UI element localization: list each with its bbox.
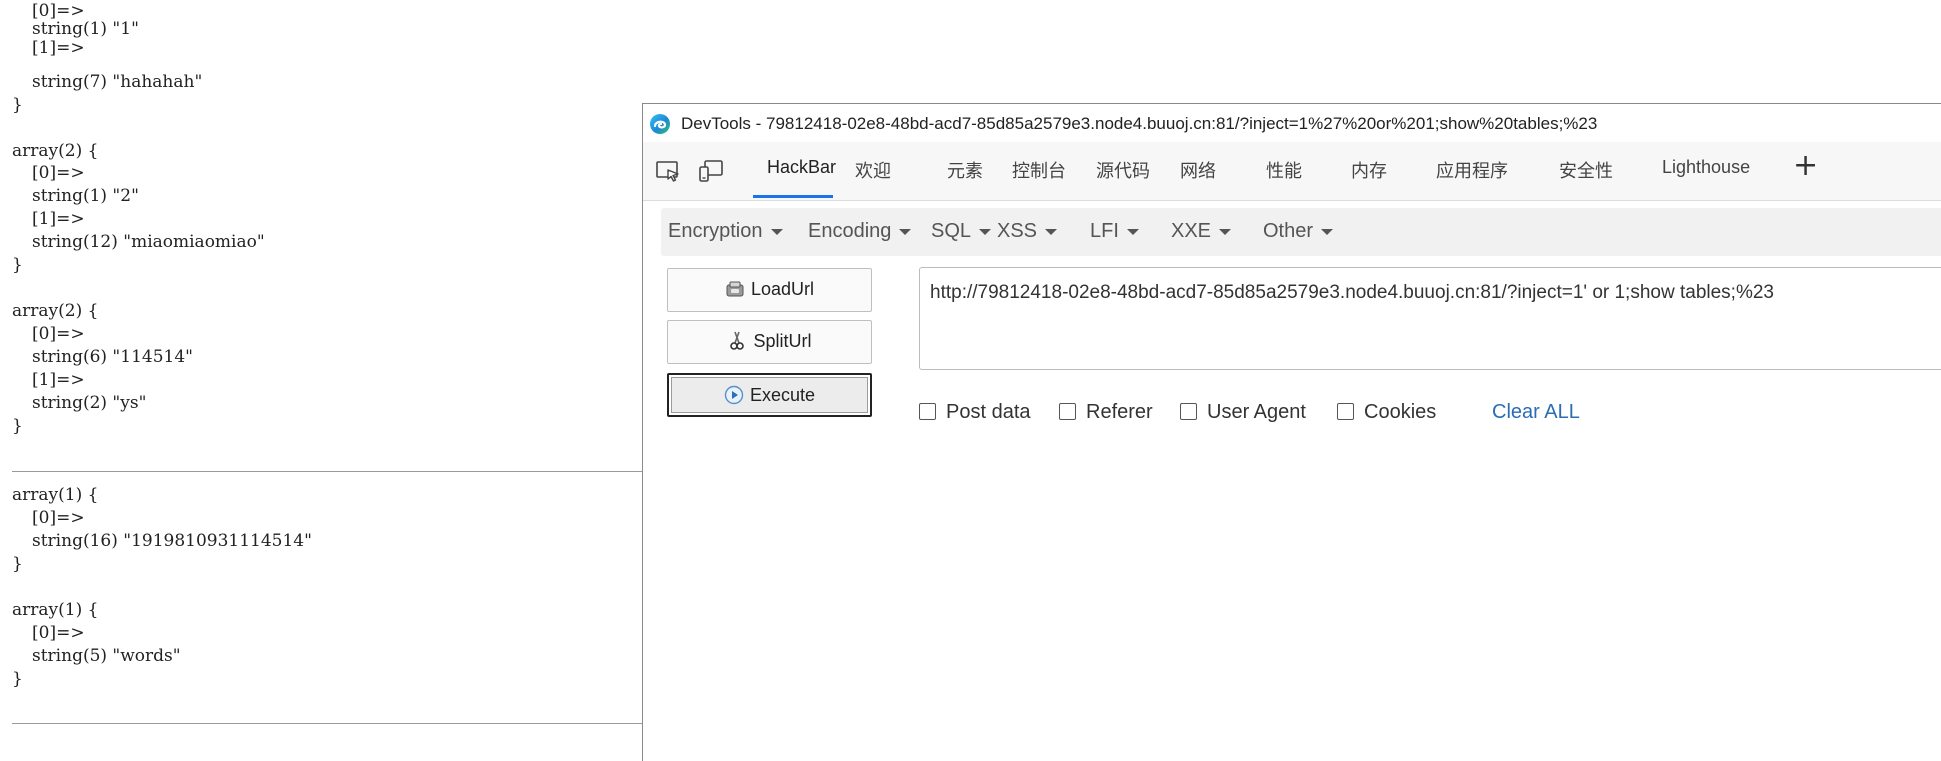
dump-line: string(7) "hahahah" bbox=[32, 72, 203, 92]
device-emulation-icon[interactable] bbox=[696, 156, 726, 186]
post-data-option[interactable]: Post data bbox=[919, 401, 1031, 424]
devtools-window: DevTools - 79812418-02e8-48bd-acd7-85d85… bbox=[642, 103, 1941, 761]
dump-line: [0]=> bbox=[32, 324, 85, 344]
clear-all-link[interactable]: Clear ALL bbox=[1492, 401, 1580, 424]
dump-line: } bbox=[12, 95, 23, 115]
cookies-option[interactable]: Cookies bbox=[1337, 401, 1436, 424]
menu-label: XSS bbox=[997, 220, 1038, 242]
tab-lighthouse[interactable]: Lighthouse bbox=[1662, 157, 1750, 178]
referer-checkbox[interactable] bbox=[1059, 403, 1076, 420]
dump-line: } bbox=[12, 554, 23, 574]
dump-line: [1]=> bbox=[32, 370, 85, 390]
hackbar-menubar: Encryption Encoding SQL XSS LFI XXE Othe… bbox=[661, 208, 1941, 256]
tab-performance[interactable]: 性能 bbox=[1266, 157, 1302, 183]
window-titlebar[interactable]: DevTools - 79812418-02e8-48bd-acd7-85d85… bbox=[643, 104, 1941, 142]
menu-sql[interactable]: SQL bbox=[931, 220, 992, 243]
tab-application[interactable]: 应用程序 bbox=[1436, 157, 1508, 183]
spliturl-button[interactable]: SplitUrl bbox=[667, 320, 872, 364]
window-title: DevTools - 79812418-02e8-48bd-acd7-85d85… bbox=[681, 114, 1598, 133]
caret-down-icon bbox=[1126, 228, 1139, 235]
devtools-tabbar: HackBar 欢迎 元素 控制台 源代码 网络 性能 内存 应用程序 安全性 … bbox=[643, 142, 1941, 201]
dump-line: [0]=> bbox=[32, 508, 85, 528]
dump-line: string(6) "114514" bbox=[32, 347, 193, 367]
post-data-label: Post data bbox=[946, 401, 1031, 423]
load-url-icon bbox=[726, 281, 744, 297]
user-agent-label: User Agent bbox=[1207, 401, 1306, 423]
referer-option[interactable]: Referer bbox=[1059, 401, 1153, 424]
dump-line: array(1) { bbox=[12, 485, 99, 505]
dump-line: string(1) "2" bbox=[32, 186, 139, 206]
edge-logo-icon bbox=[650, 114, 670, 134]
scissors-icon bbox=[730, 331, 745, 350]
menu-label: Other bbox=[1263, 220, 1314, 242]
menu-label: SQL bbox=[931, 220, 972, 242]
dump-line: string(16) "1919810931114514" bbox=[32, 531, 312, 551]
tab-hackbar[interactable]: HackBar bbox=[767, 157, 836, 178]
spliturl-label: SplitUrl bbox=[753, 331, 812, 351]
user-agent-option[interactable]: User Agent bbox=[1180, 401, 1306, 424]
menu-encoding[interactable]: Encoding bbox=[808, 220, 912, 243]
menu-other[interactable]: Other bbox=[1263, 220, 1334, 243]
post-data-checkbox[interactable] bbox=[919, 403, 936, 420]
menu-label: XXE bbox=[1171, 220, 1212, 242]
tab-memory[interactable]: 内存 bbox=[1351, 157, 1387, 183]
execute-label: Execute bbox=[749, 385, 816, 405]
caret-down-icon bbox=[770, 228, 783, 235]
active-tab-indicator bbox=[753, 195, 833, 198]
horizontal-rule bbox=[12, 471, 642, 472]
tab-elements[interactable]: 元素 bbox=[947, 157, 983, 183]
dump-line: array(2) { bbox=[12, 301, 99, 321]
dump-line: [0]=> bbox=[32, 163, 85, 183]
tab-console[interactable]: 控制台 bbox=[1012, 157, 1066, 183]
tab-network[interactable]: 网络 bbox=[1180, 157, 1216, 183]
menu-label: LFI bbox=[1090, 220, 1119, 242]
dump-line: } bbox=[12, 255, 23, 275]
caret-down-icon bbox=[899, 228, 912, 235]
url-textarea[interactable]: http://79812418-02e8-48bd-acd7-85d85a257… bbox=[919, 267, 1941, 370]
loadurl-label: LoadUrl bbox=[750, 279, 815, 299]
dump-line: string(12) "miaomiaomiao" bbox=[32, 232, 265, 252]
loadurl-button[interactable]: LoadUrl bbox=[667, 268, 872, 312]
dump-line: [1]=> bbox=[32, 209, 85, 229]
menu-xxe[interactable]: XXE bbox=[1171, 220, 1232, 243]
dump-line: string(5) "words" bbox=[32, 646, 181, 666]
play-icon bbox=[724, 385, 744, 405]
dump-line: string(2) "ys" bbox=[32, 393, 147, 413]
execute-button[interactable]: Execute bbox=[667, 373, 872, 417]
menu-label: Encryption bbox=[668, 220, 763, 242]
horizontal-rule bbox=[12, 723, 642, 724]
cookies-label: Cookies bbox=[1364, 401, 1437, 423]
tab-sources[interactable]: 源代码 bbox=[1096, 157, 1150, 183]
inspect-element-icon[interactable] bbox=[653, 156, 683, 186]
menu-label: Encoding bbox=[808, 220, 892, 242]
dump-line: array(2) { bbox=[12, 141, 99, 161]
url-value: http://79812418-02e8-48bd-acd7-85d85a257… bbox=[930, 282, 1774, 303]
dump-line: } bbox=[12, 669, 23, 689]
dump-line: [0]=> bbox=[32, 623, 85, 643]
dump-line: } bbox=[12, 416, 23, 436]
caret-down-icon bbox=[979, 228, 992, 235]
user-agent-checkbox[interactable] bbox=[1180, 403, 1197, 420]
cookies-checkbox[interactable] bbox=[1337, 403, 1354, 420]
caret-down-icon bbox=[1219, 228, 1232, 235]
tab-security[interactable]: 安全性 bbox=[1559, 157, 1613, 183]
menu-xss[interactable]: XSS bbox=[997, 220, 1058, 243]
referer-label: Referer bbox=[1086, 401, 1153, 423]
dump-line: array(1) { bbox=[12, 600, 99, 620]
menu-lfi[interactable]: LFI bbox=[1090, 220, 1139, 243]
dump-line: [1]=> bbox=[32, 38, 85, 58]
add-tab-icon[interactable]: + bbox=[1793, 151, 1818, 181]
caret-down-icon bbox=[1045, 228, 1058, 235]
caret-down-icon bbox=[1321, 228, 1334, 235]
menu-encryption[interactable]: Encryption bbox=[668, 220, 783, 243]
tab-welcome[interactable]: 欢迎 bbox=[855, 157, 891, 183]
